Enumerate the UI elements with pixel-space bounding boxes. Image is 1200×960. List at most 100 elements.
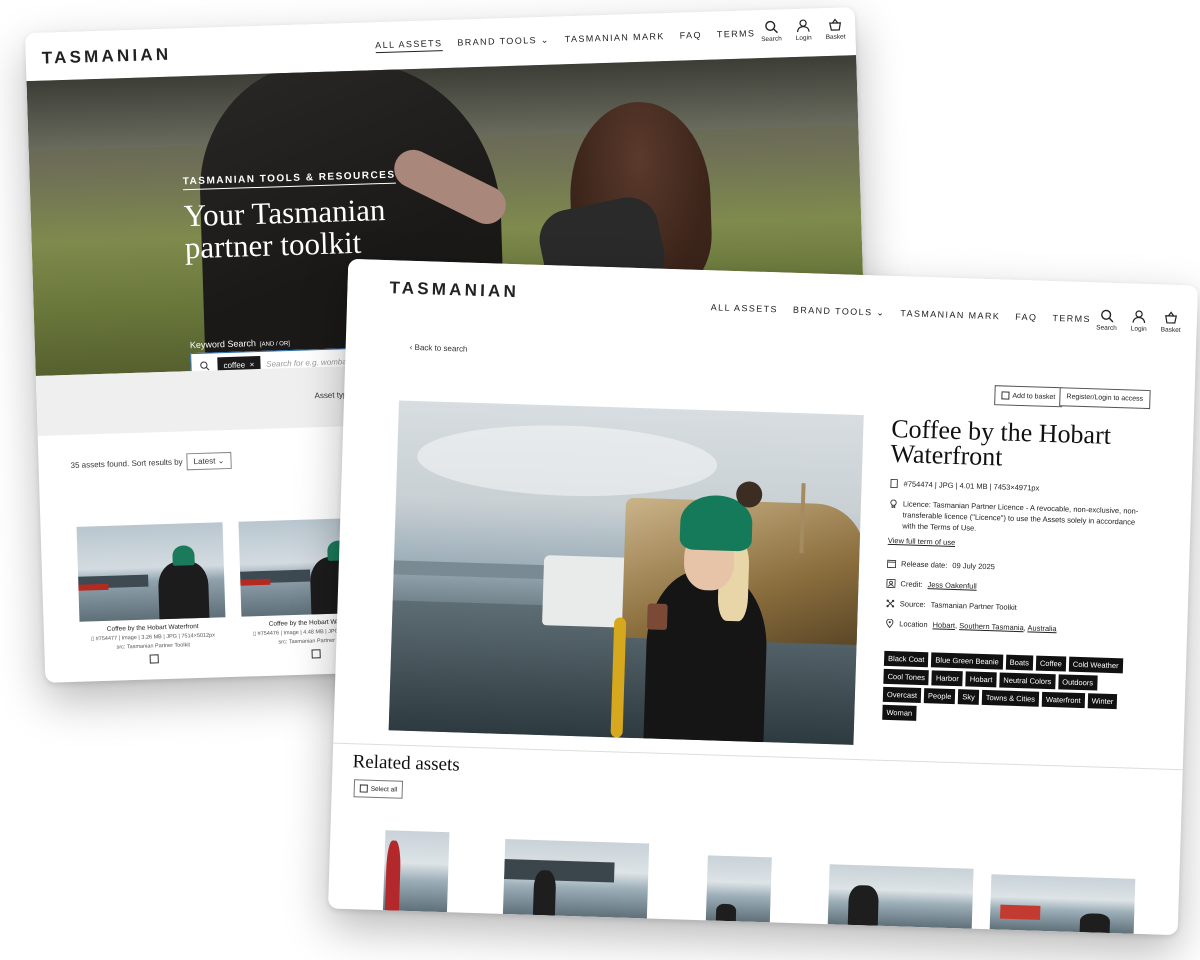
related-asset-thumbnail[interactable]	[502, 839, 650, 919]
person-badge-icon	[886, 578, 896, 589]
chip-close-icon[interactable]: ×	[249, 360, 254, 369]
nav-all-assets[interactable]: ALL ASSETS	[711, 302, 778, 315]
asset-thumbnail[interactable]	[76, 522, 226, 622]
tag[interactable]: Hobart	[965, 671, 997, 688]
calendar-icon	[886, 559, 897, 569]
search-label: Search	[1096, 324, 1117, 332]
section-divider	[333, 742, 1183, 771]
source-row: Source: Tasmanian Partner Toolkit	[886, 598, 1136, 617]
nav-brand-tools[interactable]: BRAND TOOLS ⌄	[457, 35, 550, 51]
file-meta-text: #754474 | JPG | 4.01 MB | 7453×4971px	[903, 479, 1040, 493]
logo[interactable]: TASMANIAN	[41, 45, 171, 69]
select-all-button[interactable]: Select all	[353, 779, 404, 799]
basket-icon	[1165, 311, 1178, 324]
sort-value: Latest	[193, 456, 216, 467]
checkbox-icon	[1001, 391, 1010, 400]
location-link-australia[interactable]: Australia	[1027, 623, 1056, 633]
asset-card[interactable]: Coffee by the Hobart Waterfront ▯ #75447…	[76, 522, 227, 666]
asset-select-checkbox[interactable]	[149, 654, 159, 664]
location-link-hobart[interactable]: Hobart	[932, 620, 955, 630]
share-nodes-icon	[886, 599, 895, 608]
select-all-label: Select all	[370, 785, 398, 794]
back-label: Back to search	[414, 342, 468, 354]
location-row: Location Hobart, Southern Tasmania, Aust…	[885, 618, 1135, 637]
credit-row: Credit: Jess Oakenfull	[886, 578, 1136, 597]
tag[interactable]: Sky	[958, 689, 980, 705]
sort-select[interactable]: Latest ⌄	[186, 451, 232, 471]
register-login-button[interactable]: Register/Login to access	[1059, 387, 1151, 410]
hero-eyebrow[interactable]: TASMANIAN TOOLS & RESOURCES	[182, 169, 396, 191]
tag-list: Black Coat Blue Green Beanie Boats Coffe…	[882, 650, 1124, 728]
source-value: Tasmanian Partner Toolkit	[930, 600, 1017, 612]
nav-tasmanian-mark[interactable]: TASMANIAN MARK	[565, 31, 665, 47]
login-button[interactable]: Login	[795, 18, 812, 42]
asset-detail-screenshot: TASMANIAN ALL ASSETS BRAND TOOLS ⌄ TASMA…	[328, 258, 1198, 936]
basket-button[interactable]: Basket	[825, 17, 846, 41]
tag[interactable]: Outdoors	[1058, 674, 1098, 691]
licence-icon	[890, 499, 897, 509]
tag[interactable]: Coffee	[1035, 655, 1067, 672]
tag[interactable]: Boats	[1005, 654, 1034, 671]
licence-text: Licence: Tasmanian Partner Licence - A r…	[902, 499, 1139, 533]
related-asset-thumbnail[interactable]	[705, 855, 772, 923]
asset-card-source: src: Tasmanian Partner Toolkit	[116, 642, 191, 651]
tag[interactable]: Harbor	[931, 670, 964, 687]
search-icon	[765, 20, 778, 34]
location-pin-icon	[886, 618, 894, 629]
nav-terms[interactable]: TERMS	[717, 28, 756, 42]
related-asset-thumbnail[interactable]	[989, 874, 1136, 934]
nav-terms[interactable]: TERMS	[1052, 313, 1091, 325]
nav-brand-tools[interactable]: BRAND TOOLS ⌄	[793, 305, 886, 319]
view-terms-row: View full term of use	[888, 535, 1138, 554]
tag[interactable]: Black Coat	[883, 650, 929, 668]
hero-title: Your Tasmanian partner toolkit	[183, 192, 398, 265]
asset-preview-image[interactable]	[388, 400, 864, 745]
nav-all-assets[interactable]: ALL ASSETS	[375, 38, 443, 54]
chevron-down-icon: ⌄	[876, 307, 886, 318]
basket-icon	[829, 18, 842, 31]
register-login-label: Register/Login to access	[1066, 393, 1144, 403]
login-button[interactable]: Login	[1131, 309, 1148, 333]
location-link-southern-tasmania[interactable]: Southern Tasmania	[959, 621, 1024, 632]
hero-text: TASMANIAN TOOLS & RESOURCES Your Tasmani…	[182, 165, 398, 265]
nav-brand-tools-label: BRAND TOOLS	[457, 35, 538, 48]
location-label: Location	[899, 619, 928, 630]
basket-button[interactable]: Basket	[1161, 310, 1182, 334]
tag[interactable]: Neutral Colors	[999, 672, 1056, 690]
nav-faq[interactable]: FAQ	[1015, 312, 1038, 324]
checkbox-icon	[359, 784, 368, 793]
asset-title: Coffee by the Hobart Waterfront	[890, 414, 1141, 474]
tag[interactable]: Waterfront	[1041, 691, 1085, 709]
related-asset-thumbnail[interactable]	[382, 830, 450, 913]
licence-row: Licence: Tasmanian Partner Licence - A r…	[888, 498, 1139, 539]
search-button[interactable]: Search	[1096, 308, 1117, 332]
asset-card-meta-text: #754477 | Image | 3.26 MB | JPG | 7514×5…	[95, 632, 216, 643]
tag[interactable]: Cold Weather	[1068, 656, 1123, 674]
credit-link[interactable]: Jess Oakenfull	[927, 579, 977, 592]
tag[interactable]: People	[923, 688, 956, 705]
logo[interactable]: TASMANIAN	[389, 278, 519, 302]
keyword-hint: [AND / OR]	[259, 341, 291, 348]
nav-tasmanian-mark[interactable]: TASMANIAN MARK	[900, 308, 1000, 322]
back-to-search-link[interactable]: ‹ Back to search	[410, 343, 468, 354]
tag[interactable]: Woman	[882, 704, 917, 721]
asset-select-checkbox[interactable]	[310, 649, 321, 659]
tag[interactable]: Cool Tones	[883, 668, 930, 686]
search-button[interactable]: Search	[761, 19, 782, 43]
tag[interactable]: Overcast	[882, 686, 922, 704]
login-label: Login	[795, 34, 812, 42]
user-icon	[797, 19, 810, 33]
nav-faq[interactable]: FAQ	[680, 30, 703, 44]
view-terms-link[interactable]: View full term of use	[888, 535, 956, 548]
tag[interactable]: Towns & Cities	[981, 689, 1040, 707]
chip-label: coffee	[223, 359, 246, 370]
tag[interactable]: Blue Green Beanie	[931, 652, 1003, 670]
add-to-basket-label: Add to basket	[1012, 392, 1056, 401]
chevron-down-icon: ⌄	[540, 34, 550, 45]
tag[interactable]: Winter	[1087, 693, 1118, 710]
file-icon	[890, 478, 898, 489]
header-icons: Search Login Basket	[1096, 308, 1181, 334]
related-asset-thumbnail[interactable]	[827, 864, 974, 929]
add-to-basket-button[interactable]: Add to basket	[994, 385, 1063, 408]
search-label: Search	[761, 35, 782, 44]
